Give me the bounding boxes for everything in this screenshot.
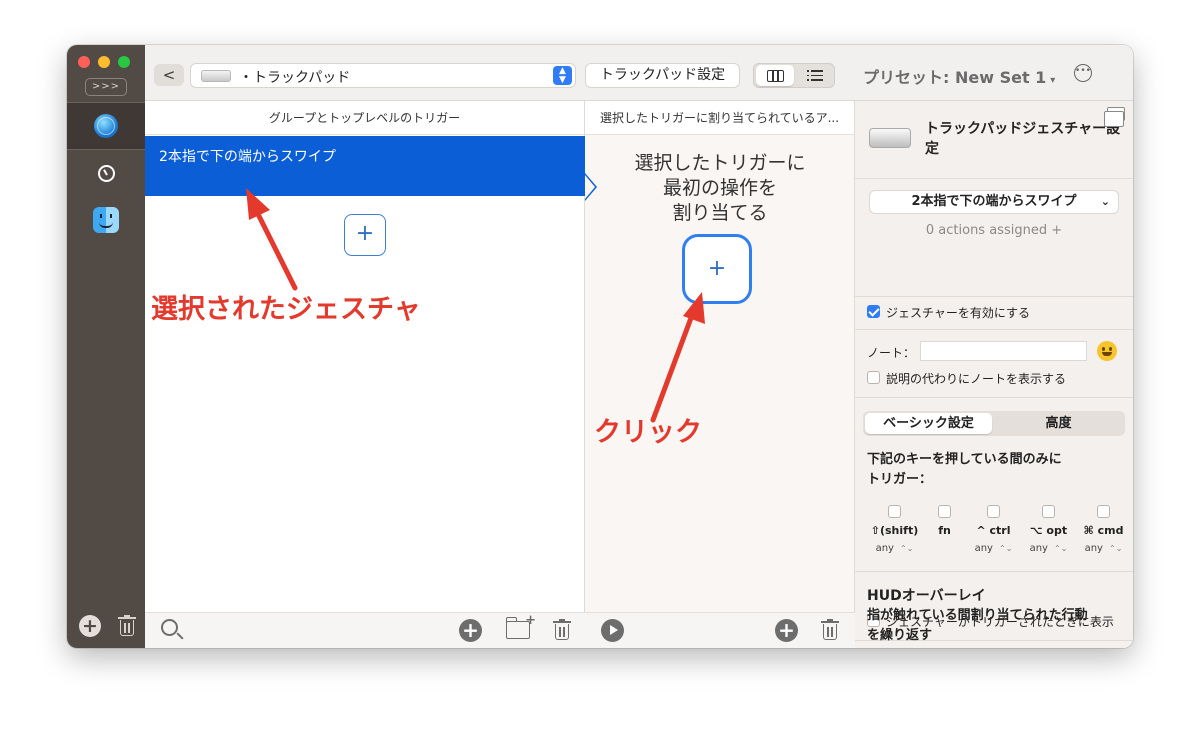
opt-value-select[interactable]: any ⌃⌄ xyxy=(1021,543,1076,554)
show-note-label: 説明の代わりにノートを表示する xyxy=(886,372,1067,386)
actions-bottom-bar: + xyxy=(585,612,855,648)
hud-section-title: HUDオーバーレイ xyxy=(867,588,986,604)
delete-action-button[interactable] xyxy=(821,619,839,641)
actions-panel: 選択したトリガーに割り当てられているア... 選択したトリガーに 最初の操作を … xyxy=(585,101,855,612)
play-icon[interactable] xyxy=(601,619,624,642)
search-icon[interactable] xyxy=(161,619,178,636)
annotation-selected-gesture: 選択されたジェスチャ xyxy=(151,294,421,325)
modifier-shift: ⇧(shift) any ⌃⌄ xyxy=(867,503,922,554)
add-trigger-button[interactable]: + xyxy=(344,214,386,256)
repeat-section-title: 指が触れている間割り当てられた行動 を繰り返す xyxy=(867,608,1088,643)
tab-advanced[interactable]: 高度 xyxy=(994,413,1123,434)
close-window-button[interactable] xyxy=(78,56,90,68)
chevron-down-icon: ⌄ xyxy=(1100,195,1110,208)
new-folder-icon[interactable] xyxy=(506,613,536,639)
triggers-panel: グループとトップレベルのトリガー 2本指で下の端からスワイプ + xyxy=(145,101,585,612)
dropdown-stepper-icon: ▲ ▼ xyxy=(553,66,572,85)
emoji-icon[interactable] xyxy=(1097,341,1117,361)
modifier-cmd: ⌘ cmd any ⌃⌄ xyxy=(1076,503,1131,554)
trackpad-icon xyxy=(869,128,911,148)
globe-icon xyxy=(94,114,118,138)
fn-checkbox[interactable] xyxy=(938,505,951,518)
sidebar-app-timer[interactable] xyxy=(67,149,145,197)
shift-value-select[interactable]: any ⌃⌄ xyxy=(867,543,922,554)
chevron-down-icon: ▾ xyxy=(1050,75,1056,86)
tab-basic-settings[interactable]: ベーシック設定 xyxy=(865,413,992,434)
annotation-click: クリック xyxy=(594,417,702,448)
more-options-icon[interactable]: ••• xyxy=(1074,64,1092,82)
triggers-bottom-bar: + xyxy=(145,612,585,648)
timer-icon xyxy=(97,164,115,182)
trash-icon xyxy=(553,619,571,623)
ctrl-value-select[interactable]: any ⌃⌄ xyxy=(966,543,1021,554)
stepper-icon: ⌃⌄ xyxy=(1053,544,1068,553)
note-label: ノート： xyxy=(867,346,916,360)
trigger-select-value: 2本指で下の端からスワイプ xyxy=(911,194,1077,209)
enable-gesture-checkbox[interactable] xyxy=(867,305,880,318)
app-sidebar: >>> + xyxy=(67,45,145,648)
settings-tabs: ベーシック設定 高度 xyxy=(863,411,1125,436)
finder-icon xyxy=(93,207,119,233)
ctrl-checkbox[interactable] xyxy=(987,505,1000,518)
add-action-icon[interactable]: + xyxy=(775,619,798,642)
add-trigger-icon[interactable]: + xyxy=(459,619,482,642)
show-note-checkbox[interactable] xyxy=(867,371,880,384)
cmd-value-select[interactable]: any ⌃⌄ xyxy=(1076,543,1131,554)
stepper-icon: ⌃⌄ xyxy=(998,544,1013,553)
app-window: >>> + < ・トラックパッド ▲ ▼ トラックパッド設定 プリセット: Ne… xyxy=(67,45,1133,648)
back-button[interactable]: < xyxy=(154,64,184,86)
enable-gesture-label: ジェスチャーを有効にする xyxy=(886,306,1031,320)
settings-panel: トラックパッドジェスチャー設定 2本指で下の端からスワイプ ⌄ 0 action… xyxy=(855,101,1133,648)
minimize-window-button[interactable] xyxy=(98,56,110,68)
opt-checkbox[interactable] xyxy=(1042,505,1055,518)
trigger-select[interactable]: 2本指で下の端からスワイプ ⌄ xyxy=(869,190,1119,214)
modifier-ctrl: ^ ctrl any ⌃⌄ xyxy=(966,503,1021,554)
preset-label: プリセット: New Set 1 xyxy=(863,68,1047,87)
note-input[interactable] xyxy=(920,341,1087,361)
view-mode-segmented-control[interactable] xyxy=(753,63,835,88)
trigger-row-label: 2本指で下の端からスワイプ xyxy=(159,149,336,165)
stepper-icon: ⌃⌄ xyxy=(1108,544,1123,553)
delete-trigger-button[interactable] xyxy=(553,619,571,641)
zoom-window-button[interactable] xyxy=(118,56,130,68)
triggers-column-header: グループとトップレベルのトリガー xyxy=(145,101,584,135)
cmd-checkbox[interactable] xyxy=(1097,505,1110,518)
toolbar: < ・トラックパッド ▲ ▼ トラックパッド設定 プリセット: New Set 1… xyxy=(145,45,1133,101)
actions-assigned-count[interactable]: 0 actions assigned + xyxy=(855,223,1133,238)
columns-icon xyxy=(767,70,784,82)
stepper-icon: ⌃⌄ xyxy=(899,544,914,553)
detach-window-icon[interactable] xyxy=(1104,107,1125,127)
expand-sidebar-button[interactable]: >>> xyxy=(85,78,127,96)
modifier-opt: ⌥ opt any ⌃⌄ xyxy=(1021,503,1076,554)
shift-checkbox[interactable] xyxy=(888,505,901,518)
assign-first-action-button[interactable]: + xyxy=(682,234,752,304)
add-app-button[interactable]: + xyxy=(79,615,101,637)
assign-action-hint: 選択したトリガーに 最初の操作を 割り当てる xyxy=(634,152,806,224)
delete-app-button[interactable] xyxy=(118,615,136,637)
modifier-fn: fn xyxy=(917,503,972,537)
list-view-icon[interactable] xyxy=(807,70,823,81)
sidebar-app-finder[interactable] xyxy=(67,196,145,244)
device-dropdown-label: ・トラックパッド xyxy=(239,70,351,86)
settings-title: トラックパッドジェスチャー設定 xyxy=(925,121,1121,157)
sidebar-app-all[interactable] xyxy=(67,102,145,150)
actions-column-header: 選択したトリガーに割り当てられているア... xyxy=(585,101,854,135)
modifier-heading: 下記のキーを押している間のみに トリガー： xyxy=(867,452,1062,487)
trigger-row-selected[interactable]: 2本指で下の端からスワイプ xyxy=(145,136,585,196)
column-view-button[interactable] xyxy=(756,65,794,86)
trackpad-settings-button[interactable]: トラックパッド設定 xyxy=(585,63,740,88)
trash-icon xyxy=(821,619,839,623)
trackpad-icon xyxy=(201,70,231,82)
trash-icon xyxy=(118,615,136,619)
settings-header: トラックパッドジェスチャー設定 xyxy=(855,101,1133,179)
device-dropdown[interactable]: ・トラックパッド ▲ ▼ xyxy=(190,63,576,88)
preset-selector[interactable]: プリセット: New Set 1 ▾ xyxy=(863,64,1055,88)
